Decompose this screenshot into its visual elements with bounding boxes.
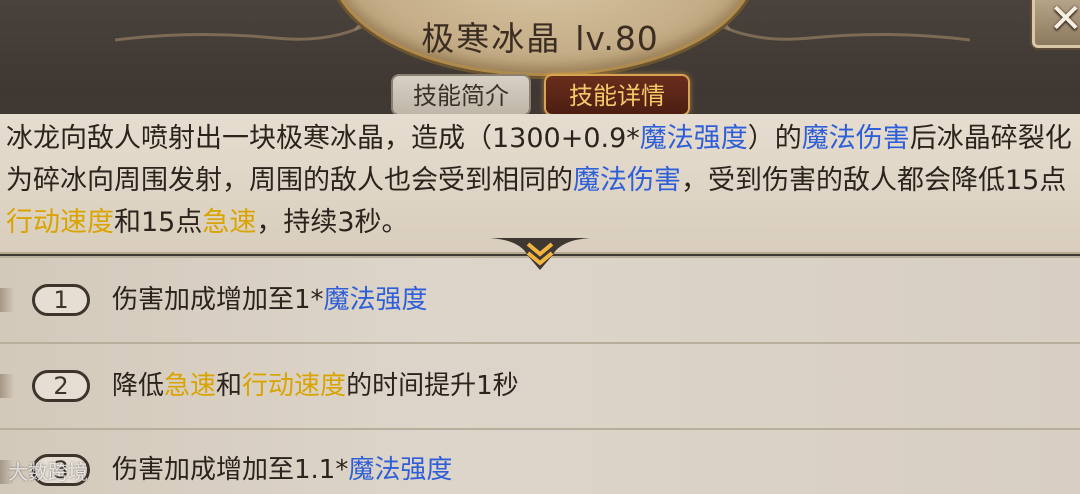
tab-skill-detail[interactable]: 技能详情 <box>544 74 690 116</box>
upgrade-text: 降低急速和行动速度的时间提升1秒 <box>112 368 519 404</box>
upgrade-keyword-haste: 急速 <box>164 371 217 401</box>
upgrade-text-part: 和 <box>216 371 243 401</box>
row-marker <box>0 288 14 312</box>
close-button[interactable]: ✕ <box>1032 0 1080 48</box>
desc-text: 冰龙向敌人喷射出一块极寒冰晶，造成（1300+0.9* <box>6 123 640 154</box>
upgrade-text-part: 伤害加成增加至1.1* <box>112 455 349 485</box>
desc-text: ，持续3秒。 <box>256 207 409 238</box>
close-icon: ✕ <box>1049 0 1080 42</box>
skill-level: lv.80 <box>575 19 659 58</box>
upgrade-keyword-action-speed: 行动速度 <box>242 371 347 401</box>
desc-text: ，受到伤害的敌人都会降低15点 <box>681 165 1067 196</box>
desc-keyword-action-speed: 行动速度 <box>6 207 114 238</box>
desc-keyword-haste: 急速 <box>202 207 257 238</box>
desc-text: ）的 <box>747 123 802 154</box>
desc-keyword-magic-damage: 魔法伤害 <box>801 123 910 154</box>
skill-description: 冰龙向敌人喷射出一块极寒冰晶，造成（1300+0.9*魔法强度）的魔法伤害后冰晶… <box>6 118 1074 244</box>
upgrade-number-badge: 2 <box>32 370 90 402</box>
upgrade-text: 伤害加成增加至1*魔法强度 <box>112 282 428 318</box>
row-marker <box>0 374 14 398</box>
desc-keyword-magic-damage: 魔法伤害 <box>573 165 681 196</box>
skill-name: 极寒冰晶 <box>421 19 562 58</box>
tab-skill-intro[interactable]: 技能简介 <box>391 74 531 116</box>
upgrade-keyword-magic-power: 魔法强度 <box>323 285 428 315</box>
expand-chevron-icon[interactable] <box>490 236 590 272</box>
upgrade-text: 伤害加成增加至1.1*魔法强度 <box>112 452 452 488</box>
desc-keyword-magic-power: 魔法强度 <box>639 123 748 154</box>
upgrade-text-part: 降低 <box>112 371 165 401</box>
skill-title: 极寒冰晶 lv.80 <box>330 12 750 60</box>
upgrade-row-3: 3 伤害加成增加至1.1*魔法强度 <box>0 428 1080 494</box>
upgrade-text-part: 伤害加成增加至1* <box>112 285 324 315</box>
upgrade-text-part: 的时间提升1秒 <box>346 371 519 401</box>
watermark: 大数跨境 <box>8 460 88 484</box>
upgrade-keyword-magic-power: 魔法强度 <box>348 455 453 485</box>
upgrade-row-2: 2 降低急速和行动速度的时间提升1秒 <box>0 342 1080 428</box>
upgrade-number-badge: 1 <box>32 284 90 316</box>
desc-text: 和15点 <box>114 207 203 238</box>
